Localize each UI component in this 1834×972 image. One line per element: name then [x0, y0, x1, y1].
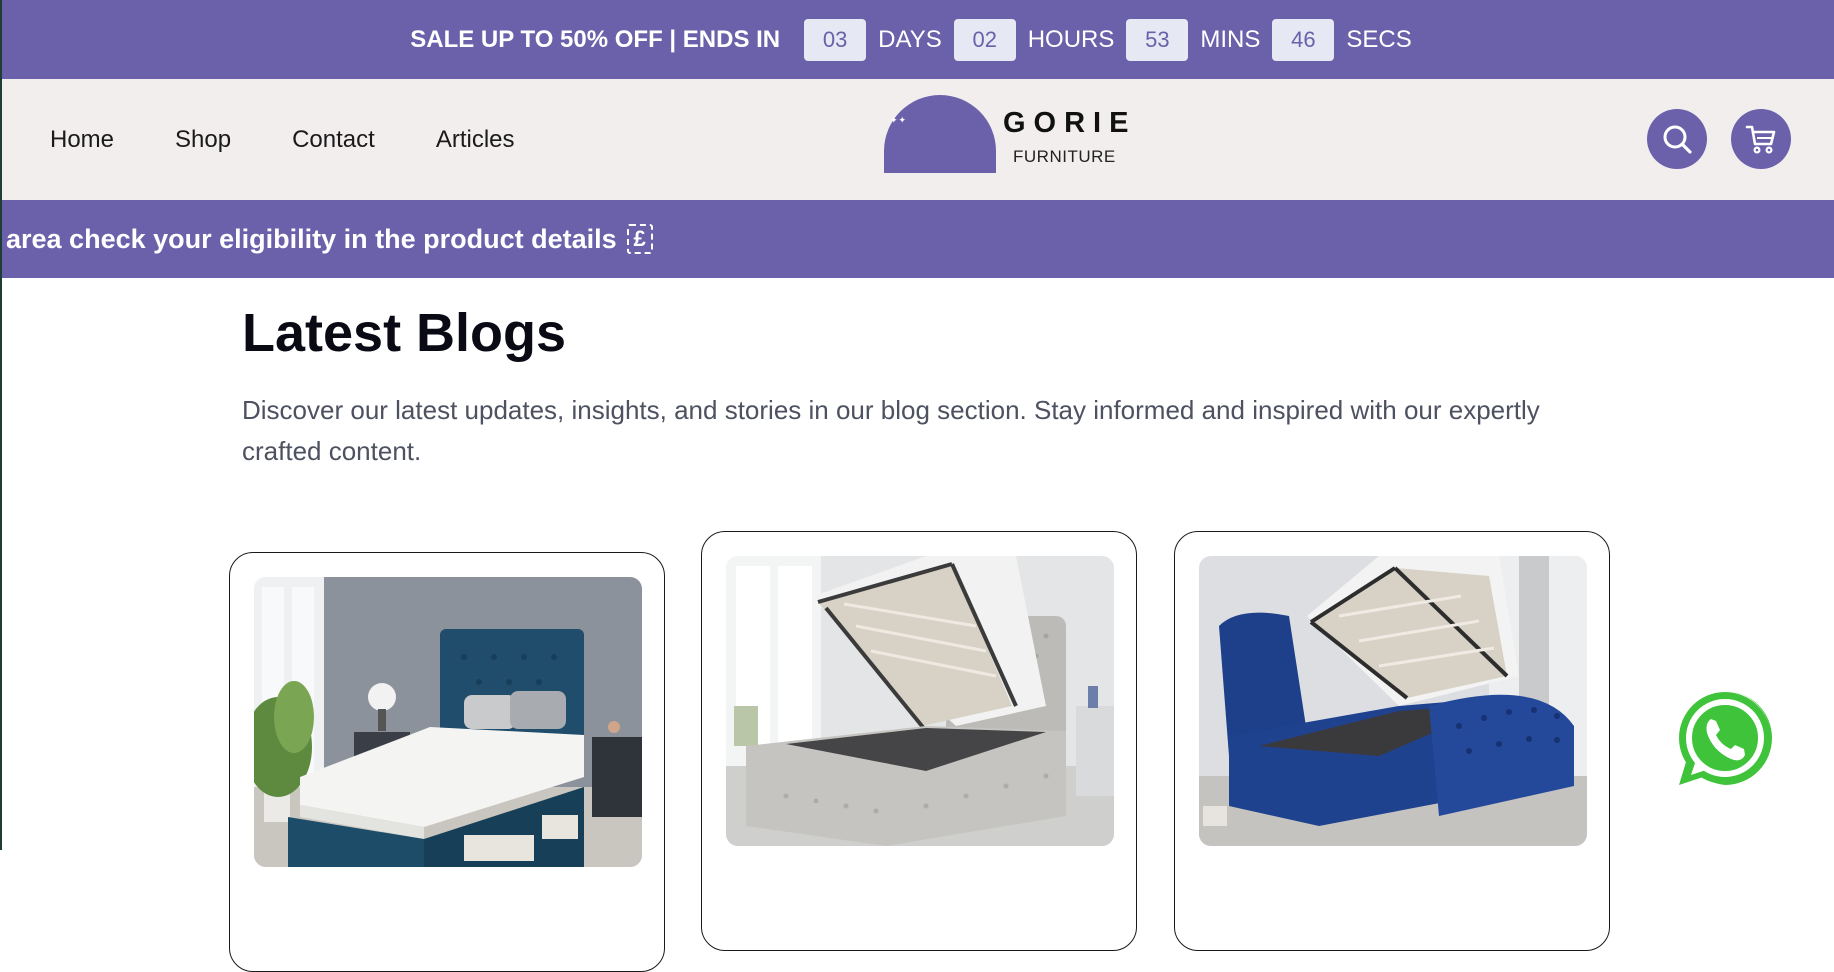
logo-stars-icon: ✦✦ — [890, 115, 908, 125]
timer-days-value: 03 — [804, 18, 867, 61]
timer-hours-label: HOURS — [1027, 25, 1115, 53]
blog-card[interactable] — [1174, 531, 1610, 951]
grey-ottoman-bed-image — [726, 556, 1114, 846]
search-icon — [1663, 125, 1692, 154]
timer-days-label: DAYS — [878, 25, 942, 53]
blog-card[interactable] — [229, 552, 665, 972]
pound-icon: £ — [626, 224, 653, 254]
marquee-text: area check your eligibility in the produ… — [6, 223, 617, 254]
search-button[interactable] — [1647, 109, 1707, 169]
whatsapp-icon — [1679, 691, 1772, 785]
blog-card-image[interactable] — [254, 577, 642, 867]
nav-shop[interactable]: Shop — [175, 126, 231, 154]
promo-bar: SALE UP TO 50% OFF | ENDS IN 03 DAYS 02 … — [0, 0, 1834, 79]
timer-mins-label: MINS — [1200, 25, 1261, 53]
nav-articles[interactable]: Articles — [436, 126, 515, 154]
nav-home[interactable]: Home — [50, 126, 114, 154]
announcement-marquee: area check your eligibility in the produ… — [0, 200, 1834, 278]
timer-secs-label: SECS — [1346, 25, 1412, 53]
cart-button[interactable] — [1731, 109, 1791, 169]
section-description: Discover our latest updates, insights, a… — [242, 395, 1540, 466]
logo-dome: ✦✦ — [884, 95, 996, 173]
whatsapp-button[interactable] — [1671, 685, 1779, 793]
section-title: Latest Blogs — [242, 303, 567, 363]
cart-icon — [1745, 125, 1776, 154]
site-header: Home Shop Contact Articles ✦✦ GORIE FURN… — [0, 79, 1834, 200]
nav-contact[interactable]: Contact — [292, 126, 375, 154]
timer-secs-value: 46 — [1272, 18, 1335, 61]
blue-chesterfield-bed-image — [1199, 556, 1587, 846]
blog-card-image[interactable] — [726, 556, 1114, 846]
blue-divan-bed-image — [254, 577, 642, 867]
main-nav: Home Shop Contact Articles — [50, 79, 576, 200]
logo-name: GORIE — [1003, 107, 1137, 139]
logo-subtitle: FURNITURE — [1013, 147, 1116, 166]
promo-title: SALE UP TO 50% OFF | ENDS IN — [410, 25, 781, 53]
timer-mins-value: 53 — [1126, 18, 1189, 61]
marquee-content: area check your eligibility in the produ… — [6, 200, 653, 278]
site-logo[interactable]: ✦✦ GORIE FURNITURE — [884, 95, 1128, 175]
timer-hours-value: 02 — [953, 18, 1016, 61]
window-edge — [0, 0, 2, 850]
blog-card-image[interactable] — [1199, 556, 1587, 846]
blog-card[interactable] — [701, 531, 1137, 951]
